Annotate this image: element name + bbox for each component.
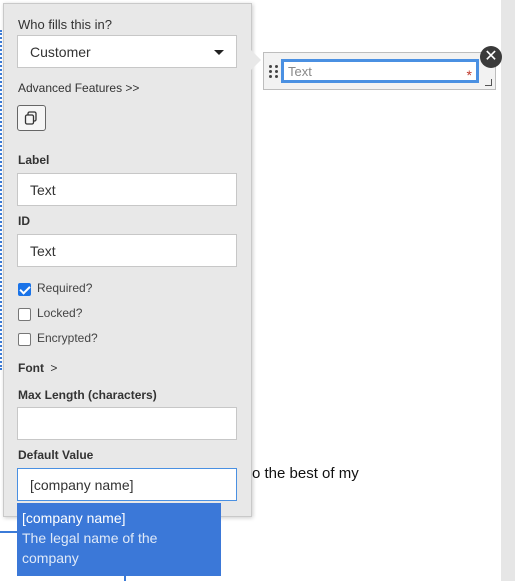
field-properties-panel: Who fills this in? Customer Advanced Fea… (3, 3, 252, 517)
panel-pointer (251, 50, 261, 70)
default-value-label: Default Value (18, 448, 94, 462)
who-fills-select[interactable]: Customer (17, 35, 237, 68)
canvas-scroll-strip (501, 0, 515, 581)
field-preview-input[interactable]: Text * (281, 59, 479, 83)
required-label: Required? (37, 281, 93, 295)
id-input[interactable]: Text (17, 234, 237, 267)
chevron-right-icon: > (50, 361, 58, 375)
advanced-features-link[interactable]: Advanced Features >> (18, 81, 139, 95)
selection-guide-dotted (0, 30, 2, 370)
who-fills-label: Who fills this in? (18, 17, 112, 32)
encrypted-checkbox[interactable] (18, 333, 31, 346)
font-label: Font (18, 361, 44, 375)
autocomplete-suggestion[interactable]: [company name] The legal name of the com… (17, 503, 221, 576)
max-length-label: Max Length (characters) (18, 388, 157, 402)
suggestion-description: The legal name of the company (22, 530, 158, 566)
copy-icon (24, 111, 37, 125)
id-heading: ID (18, 214, 30, 228)
text-field-widget[interactable]: Text * (263, 52, 496, 90)
max-length-input[interactable] (17, 407, 237, 440)
copy-button[interactable] (17, 105, 46, 131)
locked-checkbox[interactable] (18, 308, 31, 321)
font-toggle[interactable]: Font > (18, 361, 57, 375)
resize-handle-icon[interactable] (485, 79, 492, 86)
label-heading: Label (18, 153, 50, 167)
required-checkbox[interactable] (18, 283, 31, 296)
label-input[interactable]: Text (17, 173, 237, 206)
required-asterisk: * (466, 67, 472, 83)
default-value-input[interactable]: [company name] (17, 468, 237, 501)
document-text: o the best of my (252, 465, 359, 482)
field-placeholder: Text (288, 64, 312, 79)
dropdown-caret-icon (214, 50, 224, 55)
suggestion-token: [company name] (22, 510, 126, 526)
close-icon[interactable]: ✕ (480, 46, 502, 68)
encrypted-label: Encrypted? (37, 331, 98, 345)
who-fills-value: Customer (30, 44, 91, 60)
drag-handle-icon[interactable] (269, 65, 279, 79)
locked-label: Locked? (37, 306, 83, 320)
